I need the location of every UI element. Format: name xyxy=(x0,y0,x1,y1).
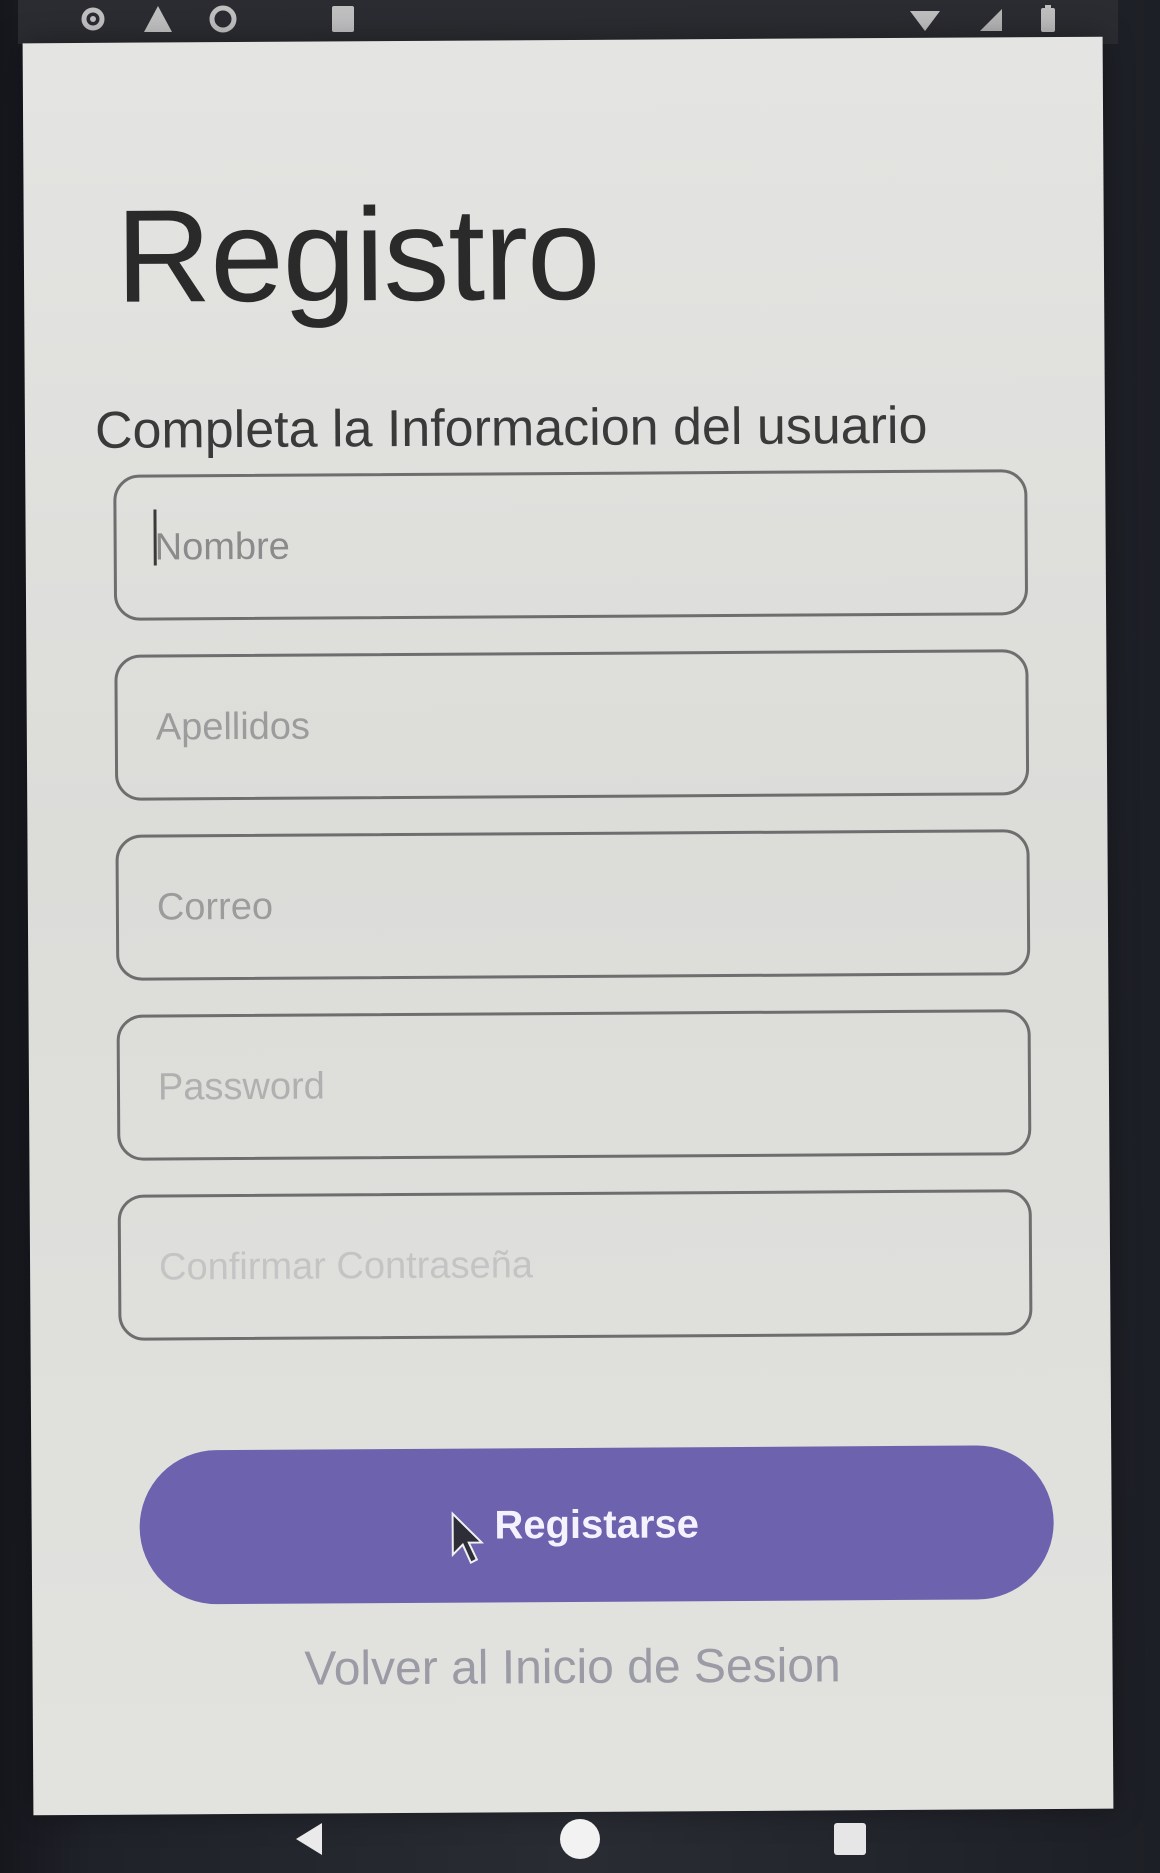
text-caret xyxy=(153,509,157,566)
page-title: Registro xyxy=(115,179,600,330)
nav-back-button[interactable] xyxy=(280,1809,340,1869)
home-icon xyxy=(560,1819,600,1859)
moon-icon xyxy=(272,4,296,40)
sync-icon xyxy=(208,4,238,40)
nav-home-button[interactable] xyxy=(550,1809,610,1869)
gear-icon xyxy=(78,4,108,40)
last-name-field[interactable] xyxy=(114,649,1030,801)
nav-recents-button[interactable] xyxy=(820,1809,880,1869)
status-bar-left-icons xyxy=(78,4,356,40)
recents-icon xyxy=(834,1823,866,1855)
mouse-cursor-icon xyxy=(451,1511,484,1564)
password-field[interactable] xyxy=(116,1009,1032,1161)
wifi-icon xyxy=(908,5,942,39)
battery-icon xyxy=(1038,4,1058,40)
email-field[interactable] xyxy=(115,829,1031,981)
device-frame: Registro Completa la Informacion del usu… xyxy=(0,0,1160,1873)
back-to-login-link[interactable]: Volver al Inicio de Sesion xyxy=(32,1637,1112,1699)
page-subtitle: Completa la Informacion del usuario xyxy=(94,396,928,460)
signal-icon xyxy=(976,5,1004,39)
confirm-password-field[interactable] xyxy=(117,1189,1033,1341)
register-button[interactable]: Registarse xyxy=(139,1445,1055,1605)
sd-card-icon xyxy=(330,4,356,40)
back-icon xyxy=(296,1823,322,1855)
android-nav-bar xyxy=(0,1805,1160,1873)
warning-icon xyxy=(142,4,174,40)
register-screen: Registro Completa la Informacion del usu… xyxy=(22,36,1114,1816)
name-field[interactable] xyxy=(113,469,1029,621)
status-bar-right-icons xyxy=(908,4,1058,40)
